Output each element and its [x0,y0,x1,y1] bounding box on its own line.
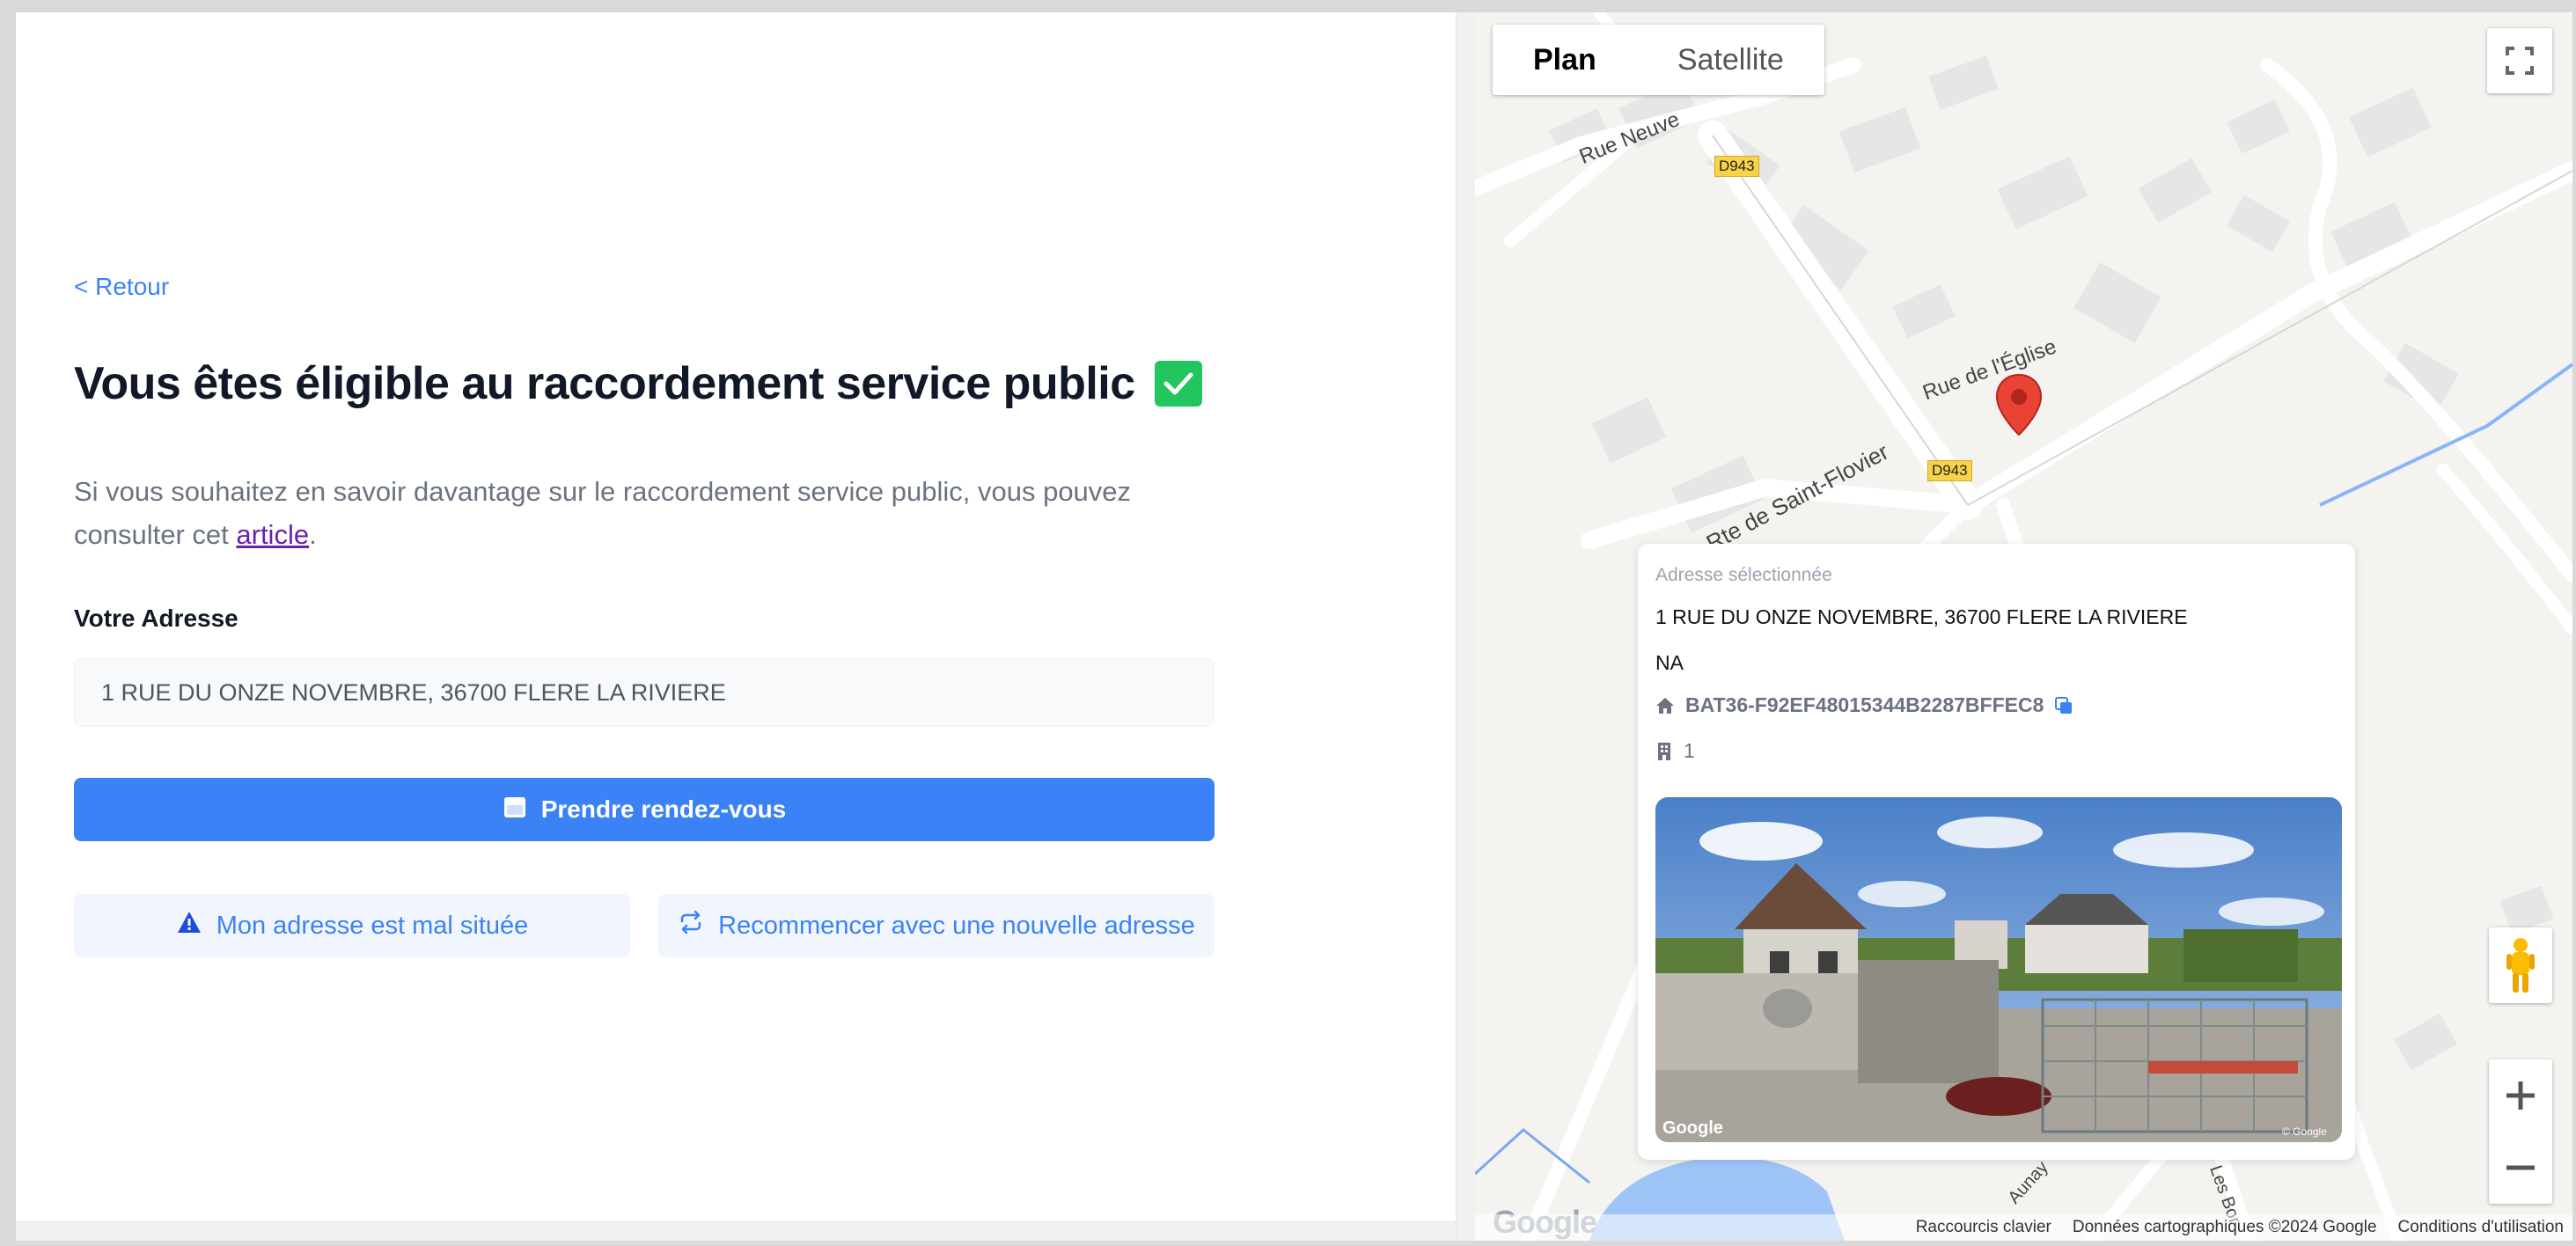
home-icon [1656,697,1674,714]
description-end: . [309,519,317,550]
route-badge-d943-north: D943 [1714,156,1759,177]
appointment-button-label: Prendre rendez-vous [540,795,787,823]
misplaced-address-label: Mon adresse est mal située [216,911,529,940]
street-view-image: Google © Google [1655,797,2342,1142]
page-title-text: Vous êtes éligible au raccordement servi… [74,358,1135,409]
calendar-icon [503,795,527,825]
zoom-in-button[interactable] [2489,1059,2552,1132]
photo-google-logo: Google [1662,1118,1723,1138]
page-title: Vous êtes éligible au raccordement servi… [74,357,1202,410]
route-badge-d943-south: D943 [1927,460,1972,481]
vertical-scrollbar[interactable] [1456,12,1475,1241]
street-view-button[interactable] [2489,927,2552,1003]
tab-plan[interactable]: Plan [1493,25,1637,95]
appointment-button[interactable]: Prendre rendez-vous [74,778,1215,841]
location-marker-icon[interactable] [1994,373,2044,441]
warning-icon [176,910,202,942]
card-address: 1 RUE DU ONZE NOVEMBRE, 36700 FLERE LA R… [1655,605,2188,628]
zoom-out-button[interactable] [2489,1132,2552,1204]
copy-icon[interactable] [2054,696,2073,715]
street-view-photo[interactable]: Google © Google [1655,797,2342,1142]
selected-address-card: Adresse sélectionnée 1 RUE DU ONZE NOVEM… [1638,544,2355,1160]
description-text: Si vous souhaitez en savoir davantage su… [74,476,1132,550]
map-footer: Raccourcis clavier Données cartographiqu… [1475,1214,2572,1241]
building-count: 1 [1684,739,1695,762]
minus-icon [2506,1165,2535,1170]
zoom-controls [2489,1059,2552,1204]
fullscreen-button[interactable] [2487,28,2552,93]
check-icon [1154,361,1202,407]
terms-link[interactable]: Conditions d'utilisation [2398,1218,2564,1237]
description: Si vous souhaitez en savoir davantage su… [74,470,1227,556]
building-id-row: BAT36-F92EF48015344B2287BFFEC8 [1655,693,2073,717]
eligibility-panel: < Retour Vous êtes éligible au raccordem… [16,12,1456,1241]
building-count-row: 1 [1655,739,1695,763]
keyboard-shortcuts-link[interactable]: Raccourcis clavier [1916,1218,2051,1237]
misplaced-address-button[interactable]: Mon adresse est mal située [74,894,630,957]
photo-copyright: © Google [2282,1125,2327,1138]
tab-satellite[interactable]: Satellite [1637,25,1824,95]
address-label: Votre Adresse [74,605,239,632]
building-icon [1658,742,1670,760]
restart-button[interactable]: Recommencer avec une nouvelle adresse [658,894,1215,957]
back-link[interactable]: < Retour [74,273,169,301]
fullscreen-icon [2506,47,2534,75]
map-type-tabs: Plan Satellite [1493,25,1824,95]
map-data-credit[interactable]: Données cartographiques ©2024 Google [2073,1218,2377,1237]
card-label: Adresse sélectionnée [1655,565,1832,585]
article-link[interactable]: article [236,519,309,550]
address-field[interactable]: 1 RUE DU ONZE NOVEMBRE, 36700 FLERE LA R… [74,658,1215,727]
pegman-icon [2506,938,2535,993]
restart-button-label: Recommencer avec une nouvelle adresse [718,911,1195,940]
card-na: NA [1655,651,1684,674]
repeat-icon [678,910,704,941]
app-window: < Retour Vous êtes éligible au raccordem… [16,12,2572,1241]
building-id: BAT36-F92EF48015344B2287BFFEC8 [1685,693,2044,716]
plus-icon [2506,1081,2535,1110]
horizontal-scrollbar[interactable] [16,1221,1456,1241]
